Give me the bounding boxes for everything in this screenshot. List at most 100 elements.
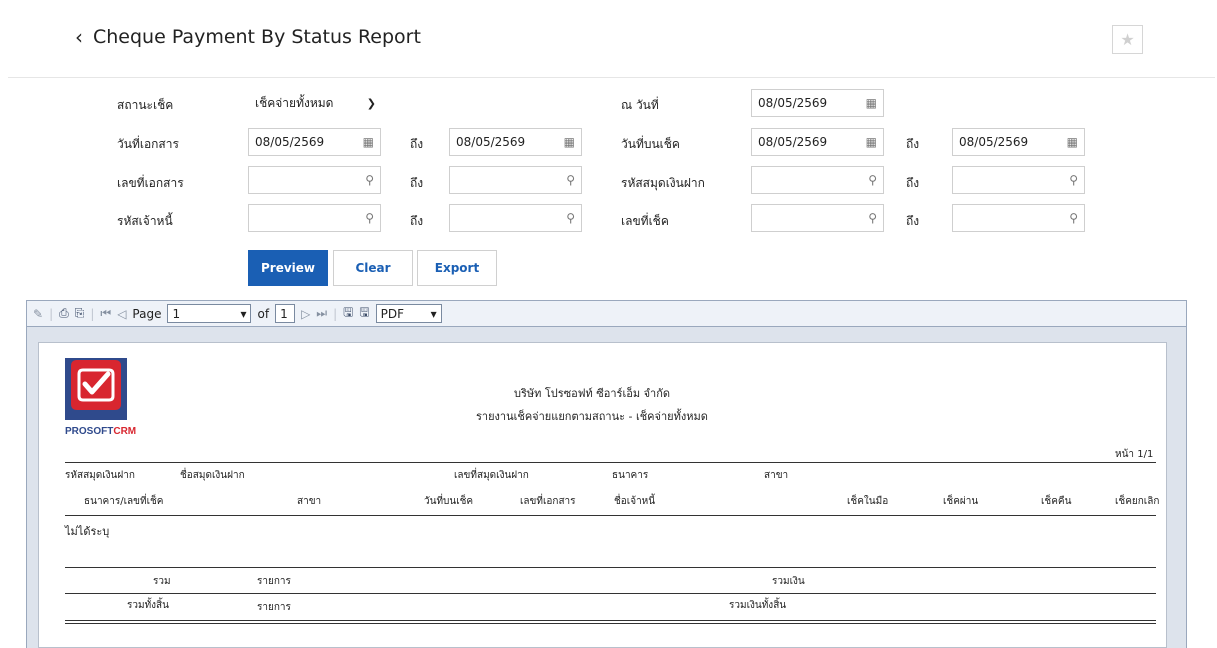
to-label: ถึง [906, 137, 920, 151]
export-format-select[interactable]: PDF ▾ [375, 304, 442, 323]
col-creditor-name: ชื่อเจ้าหนี้ [614, 496, 656, 507]
report-line [65, 593, 1156, 594]
star-icon: ★ [1120, 30, 1135, 49]
to-label: ถึง [410, 176, 424, 190]
col-doc-no: เลขที่เอกสาร [520, 496, 576, 507]
col-branch: สาขา [764, 470, 789, 481]
cheque-status-select[interactable]: เช็คจ่ายทั้งหมด ❯ [248, 89, 383, 117]
header-divider [8, 77, 1215, 78]
calendar-icon[interactable]: ▦ [866, 96, 877, 110]
cheque-date-to-input[interactable]: 08/05/2569 ▦ [952, 128, 1085, 156]
caret-down-icon: ▾ [240, 306, 247, 321]
cheque-status-label: สถานะเช็ค [117, 98, 174, 112]
grand-total-label: รวมทั้งสิ้น [127, 600, 169, 611]
page-number-select[interactable]: 1 ▾ [167, 304, 252, 323]
logo-text-crm: CRM [113, 426, 136, 437]
as-of-date-input[interactable]: 08/05/2569 ▦ [751, 89, 884, 117]
svg-text:PROSOFTCRM: PROSOFTCRM [65, 426, 136, 437]
col-bank-book-no: เลขที่สมุดเงินฝาก [454, 470, 529, 481]
to-label: ถึง [410, 214, 424, 228]
page-label: Page [132, 306, 162, 321]
col-bank-cheque-no: ธนาคาร/เลขที่เช็ค [84, 496, 164, 507]
cheque-no-from-input[interactable]: ⚲ [751, 204, 884, 232]
to-label: ถึง [410, 137, 424, 151]
as-of-date-label: ณ วันที่ [621, 98, 659, 112]
report-line [65, 515, 1156, 516]
preview-button[interactable]: Preview [248, 250, 328, 286]
page-header: ‹ Cheque Payment By Status Report [75, 26, 421, 48]
cheque-date-from-input[interactable]: 08/05/2569 ▦ [751, 128, 884, 156]
caret-down-icon: ▾ [430, 306, 437, 321]
calendar-icon[interactable]: ▦ [564, 135, 575, 149]
col-cheque-date: วันที่บนเช็ค [424, 496, 474, 507]
col-branch-2: สาขา [297, 496, 322, 507]
calendar-icon[interactable]: ▦ [363, 135, 374, 149]
search-icon[interactable]: ⚲ [868, 211, 877, 225]
doc-no-label: เลขที่เอกสาร [117, 176, 184, 190]
doc-no-to-input[interactable]: ⚲ [449, 166, 582, 194]
col-bank: ธนาคาร [612, 470, 649, 481]
to-label: ถึง [906, 176, 920, 190]
report-title: รายงานเช็คจ่ายแยกตามสถานะ - เช็คจ่ายทั้ง… [476, 410, 708, 423]
chevron-down-icon: ❯ [366, 96, 376, 110]
back-chevron-icon[interactable]: ‹ [75, 27, 83, 47]
favorite-star-button[interactable]: ★ [1112, 25, 1143, 54]
search-icon[interactable]: ⚲ [1069, 211, 1078, 225]
sum-items-label: รายการ [257, 576, 291, 587]
edit-icon[interactable]: ✎ [33, 307, 43, 321]
report-company: บริษัท โปรซอฟท์ ซีอาร์เอ็ม จำกัด [514, 387, 670, 400]
calendar-icon[interactable]: ▦ [866, 135, 877, 149]
report-line [65, 623, 1156, 624]
doc-date-to-input[interactable]: 08/05/2569 ▦ [449, 128, 582, 156]
group-label: ไม่ได้ระบุ [65, 525, 110, 538]
search-icon[interactable]: ⚲ [1069, 173, 1078, 187]
last-page-icon[interactable]: ⏭ [316, 306, 327, 321]
search-icon[interactable]: ⚲ [365, 173, 374, 187]
print-preview-icon[interactable]: ⎘ [75, 306, 85, 321]
col-bank-book-name: ชื่อสมุดเงินฝาก [180, 470, 245, 481]
grand-items-label: รายการ [257, 602, 291, 613]
next-page-icon[interactable]: ▷ [301, 307, 310, 321]
search-icon[interactable]: ⚲ [566, 173, 575, 187]
sum-label: รวม [153, 576, 171, 587]
report-page-number: หน้า 1/1 [1115, 449, 1154, 460]
col-cheque-returned: เช็คคืน [1041, 496, 1072, 507]
sum-amount-label: รวมเงิน [772, 576, 805, 587]
save-icon[interactable]: 🖫 [343, 303, 353, 324]
col-cheque-passed: เช็คผ่าน [943, 496, 979, 507]
report-line [65, 462, 1156, 463]
col-cheque-on-hand: เช็คในมือ [847, 496, 889, 507]
export-button[interactable]: Export [417, 250, 497, 286]
grand-amount-label: รวมเงินทั้งสิ้น [729, 600, 787, 611]
toolbar-separator: | [333, 306, 338, 321]
toolbar-separator: | [49, 306, 54, 321]
of-label: of [257, 306, 270, 321]
cheque-no-label: เลขที่เช็ค [621, 214, 669, 228]
col-cheque-cancelled: เช็คยกเลิก [1115, 496, 1160, 507]
doc-date-from-input[interactable]: 08/05/2569 ▦ [248, 128, 381, 156]
first-page-icon[interactable]: ⏮ [100, 306, 111, 321]
doc-date-label: วันที่เอกสาร [117, 137, 179, 151]
bank-book-from-input[interactable]: ⚲ [751, 166, 884, 194]
prosoft-crm-logo: PROSOFTCRM [65, 358, 136, 437]
search-icon[interactable]: ⚲ [566, 211, 575, 225]
save-as-icon[interactable]: 🖫 [359, 303, 369, 324]
prev-page-icon[interactable]: ◁ [117, 307, 126, 321]
logo-text-prosoft: PROSOFT [65, 426, 113, 437]
bank-book-to-input[interactable]: ⚲ [952, 166, 1085, 194]
calendar-icon[interactable]: ▦ [1067, 135, 1078, 149]
doc-no-from-input[interactable]: ⚲ [248, 166, 381, 194]
creditor-from-input[interactable]: ⚲ [248, 204, 381, 232]
search-icon[interactable]: ⚲ [365, 211, 374, 225]
print-icon[interactable]: ⎙ [59, 306, 69, 321]
to-label: ถึง [906, 214, 920, 228]
toolbar-separator: | [90, 306, 95, 321]
cheque-no-to-input[interactable]: ⚲ [952, 204, 1085, 232]
report-toolbar: ✎ | ⎙ ⎘ | ⏮ ◁ Page 1 ▾ of 1 ▷ ⏭ | 🖫 🖫 PD… [26, 300, 1187, 327]
creditor-to-input[interactable]: ⚲ [449, 204, 582, 232]
total-pages: 1 [275, 304, 296, 323]
search-icon[interactable]: ⚲ [868, 173, 877, 187]
report-line [65, 620, 1156, 621]
col-bank-book-code: รหัสสมุดเงินฝาก [65, 470, 135, 481]
clear-button[interactable]: Clear [333, 250, 413, 286]
